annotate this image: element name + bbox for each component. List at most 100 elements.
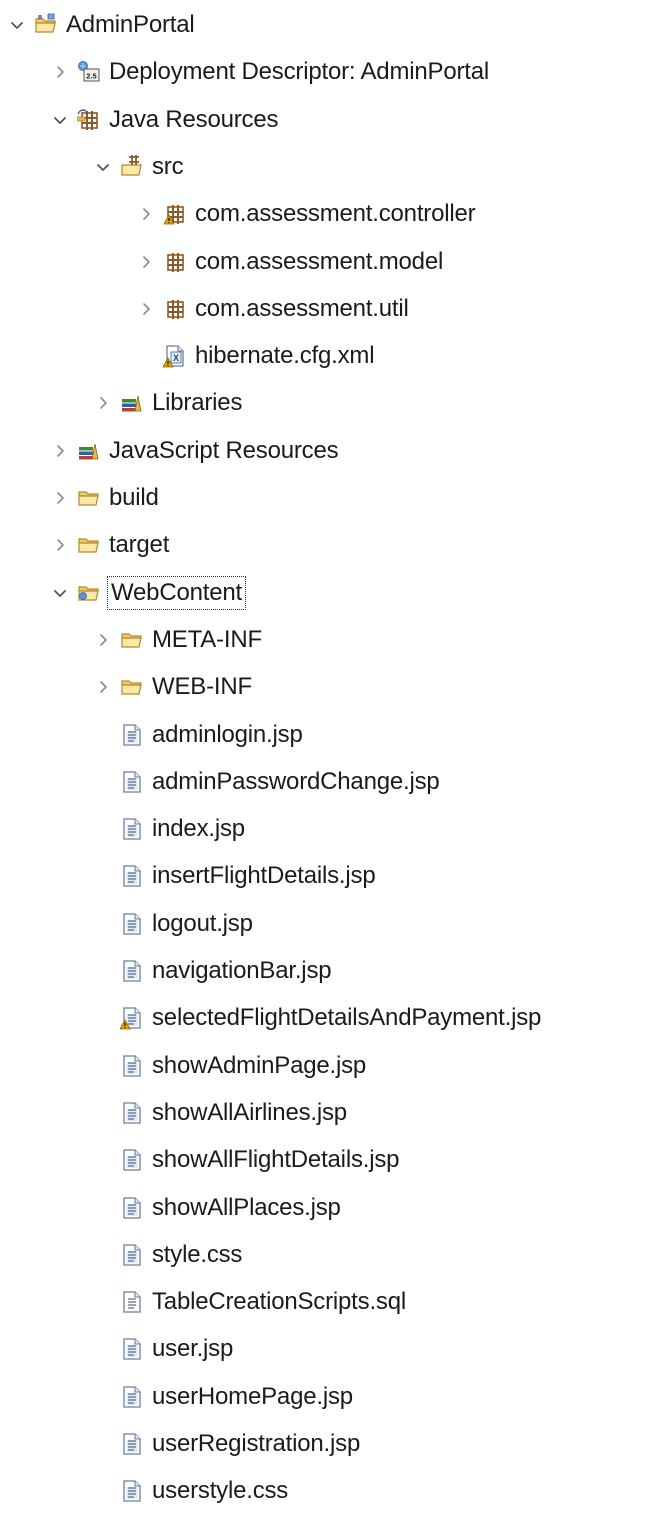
tree-file-showallairlines[interactable]: showAllAirlines.jsp: [92, 1090, 347, 1136]
tree-file-user[interactable]: user.jsp: [92, 1326, 233, 1372]
collapsed-chevron-icon[interactable]: [49, 61, 71, 83]
tree-node-label: userRegistration.jsp: [152, 1430, 361, 1457]
tree-node-java-resources[interactable]: Java Resources: [49, 97, 278, 143]
tree-folder-build[interactable]: build: [49, 475, 159, 521]
collapsed-chevron-icon[interactable]: [92, 392, 114, 414]
tree-node-label: Libraries: [152, 389, 243, 417]
no-expander: [92, 913, 114, 935]
tree-file-insertflightdetails[interactable]: insertFlightDetails.jsp: [92, 853, 376, 899]
tree-project-adminportal[interactable]: AdminPortal: [6, 2, 195, 48]
collapsed-chevron-icon[interactable]: [92, 676, 114, 698]
tree-node-deployment-descriptor[interactable]: 2.5 Deployment Descriptor: AdminPortal: [49, 49, 489, 95]
tree-node-label: WEB-INF: [152, 673, 252, 701]
no-expander: [92, 1386, 114, 1408]
tree-node-label: showAllAirlines.jsp: [152, 1098, 347, 1126]
css-file-icon: [120, 1479, 144, 1503]
tree-node-label: Java Resources: [109, 105, 279, 133]
expanded-chevron-icon[interactable]: [49, 109, 71, 131]
jsp-file-icon: [120, 864, 144, 888]
jsp-file-icon: [120, 723, 144, 747]
tree-node-label: user.jsp: [152, 1335, 234, 1363]
no-expander: [92, 1291, 114, 1313]
tree-node-label: showAdminPage.jsp: [152, 1051, 367, 1079]
collapsed-chevron-icon[interactable]: [92, 629, 114, 651]
collapsed-chevron-icon[interactable]: [135, 203, 157, 225]
tree-folder-webcontent[interactable]: WebContent: [49, 570, 246, 616]
no-expander: [92, 1338, 114, 1360]
expanded-chevron-icon[interactable]: [6, 14, 28, 36]
tree-node-libraries[interactable]: Libraries: [92, 380, 242, 426]
tree-node-label: adminPasswordChange.jsp: [152, 767, 440, 795]
tree-node-label: target: [109, 531, 170, 559]
tree-file-logout[interactable]: logout.jsp: [92, 901, 253, 947]
web-folder-icon: [77, 581, 101, 605]
tree-file-selectedflightdetailsandpayment[interactable]: selectedFlightDetailsAndPayment.jsp: [92, 995, 541, 1041]
no-expander: [92, 724, 114, 746]
libraries-icon: [120, 391, 144, 415]
package-icon: [163, 297, 187, 321]
no-expander: [92, 1197, 114, 1219]
tree-file-style-css[interactable]: style.css: [92, 1232, 242, 1278]
java-resources-icon: [77, 108, 101, 132]
collapsed-chevron-icon[interactable]: [135, 298, 157, 320]
tree-file-hibernate-cfg[interactable]: Xhibernate.cfg.xml: [135, 333, 375, 379]
tree-node-label: src: [152, 152, 184, 180]
collapsed-chevron-icon[interactable]: [49, 487, 71, 509]
tree-node-label: adminlogin.jsp: [152, 720, 303, 748]
jsp-file-icon: [120, 1148, 144, 1172]
tree-node-label: selectedFlightDetailsAndPayment.jsp: [152, 1004, 542, 1032]
svg-text:2.5: 2.5: [86, 72, 96, 81]
tree-node-javascript-resources[interactable]: JavaScript Resources: [49, 428, 339, 474]
collapsed-chevron-icon[interactable]: [49, 440, 71, 462]
tree-file-showadminpage[interactable]: showAdminPage.jsp: [92, 1043, 366, 1089]
tree-node-label: userHomePage.jsp: [152, 1382, 353, 1410]
package-warning-icon: [163, 202, 187, 226]
tree-folder-target[interactable]: target: [49, 522, 169, 568]
jsp-file-icon: [120, 817, 144, 841]
tree-file-adminpasswordchange[interactable]: adminPasswordChange.jsp: [92, 759, 440, 805]
tree-node-label: com.assessment.model: [195, 247, 444, 275]
tree-file-tablecreationscripts[interactable]: TableCreationScripts.sql: [92, 1279, 406, 1325]
tree-node-label: com.assessment.util: [195, 294, 409, 322]
jsp-file-icon: [120, 1432, 144, 1456]
expanded-chevron-icon[interactable]: [92, 156, 114, 178]
folder-icon: [120, 628, 144, 652]
text-file-icon: [120, 1290, 144, 1314]
tree-file-userhomepage[interactable]: userHomePage.jsp: [92, 1374, 353, 1420]
no-expander: [92, 1480, 114, 1502]
jsp-file-icon: [120, 1337, 144, 1361]
tree-file-navigationbar[interactable]: navigationBar.jsp: [92, 948, 332, 994]
tree-folder-web-inf[interactable]: WEB-INF: [92, 664, 252, 710]
jsp-file-warning-icon: [120, 1006, 144, 1030]
collapsed-chevron-icon[interactable]: [135, 251, 157, 273]
no-expander: [92, 960, 114, 982]
tree-package-controller[interactable]: com.assessment.controller: [135, 191, 476, 237]
tree-file-adminlogin[interactable]: adminlogin.jsp: [92, 712, 303, 758]
collapsed-chevron-icon[interactable]: [49, 534, 71, 556]
libraries-icon: [77, 439, 101, 463]
tree-node-src[interactable]: src: [92, 144, 184, 190]
jsp-file-icon: [120, 1196, 144, 1220]
no-expander: [92, 1102, 114, 1124]
tree-node-label: index.jsp: [152, 815, 245, 843]
expanded-chevron-icon[interactable]: [49, 582, 71, 604]
xml-file-warning-icon: X: [163, 344, 187, 368]
tree-file-userstyle-css[interactable]: userstyle.css: [92, 1468, 288, 1514]
tree-node-label: showAllPlaces.jsp: [152, 1193, 341, 1221]
tree-file-userregistration[interactable]: userRegistration.jsp: [92, 1421, 360, 1467]
tree-package-util[interactable]: com.assessment.util: [135, 286, 409, 332]
tree-file-showallflightdetails[interactable]: showAllFlightDetails.jsp: [92, 1137, 399, 1183]
tree-folder-meta-inf[interactable]: META-INF: [92, 617, 262, 663]
tree-node-label: WebContent: [107, 575, 246, 610]
tree-file-showallplaces[interactable]: showAllPlaces.jsp: [92, 1185, 341, 1231]
jsp-file-icon: [120, 912, 144, 936]
tree-node-label: logout.jsp: [152, 909, 253, 937]
tree-file-index[interactable]: index.jsp: [92, 806, 245, 852]
tree-node-label: build: [109, 484, 159, 511]
tree-node-label: com.assessment.controller: [195, 200, 476, 228]
tree-package-model[interactable]: com.assessment.model: [135, 239, 443, 285]
no-expander: [92, 1055, 114, 1077]
no-expander: [92, 771, 114, 793]
web-project-icon: [34, 13, 58, 37]
tree-node-label: navigationBar.jsp: [152, 957, 332, 984]
